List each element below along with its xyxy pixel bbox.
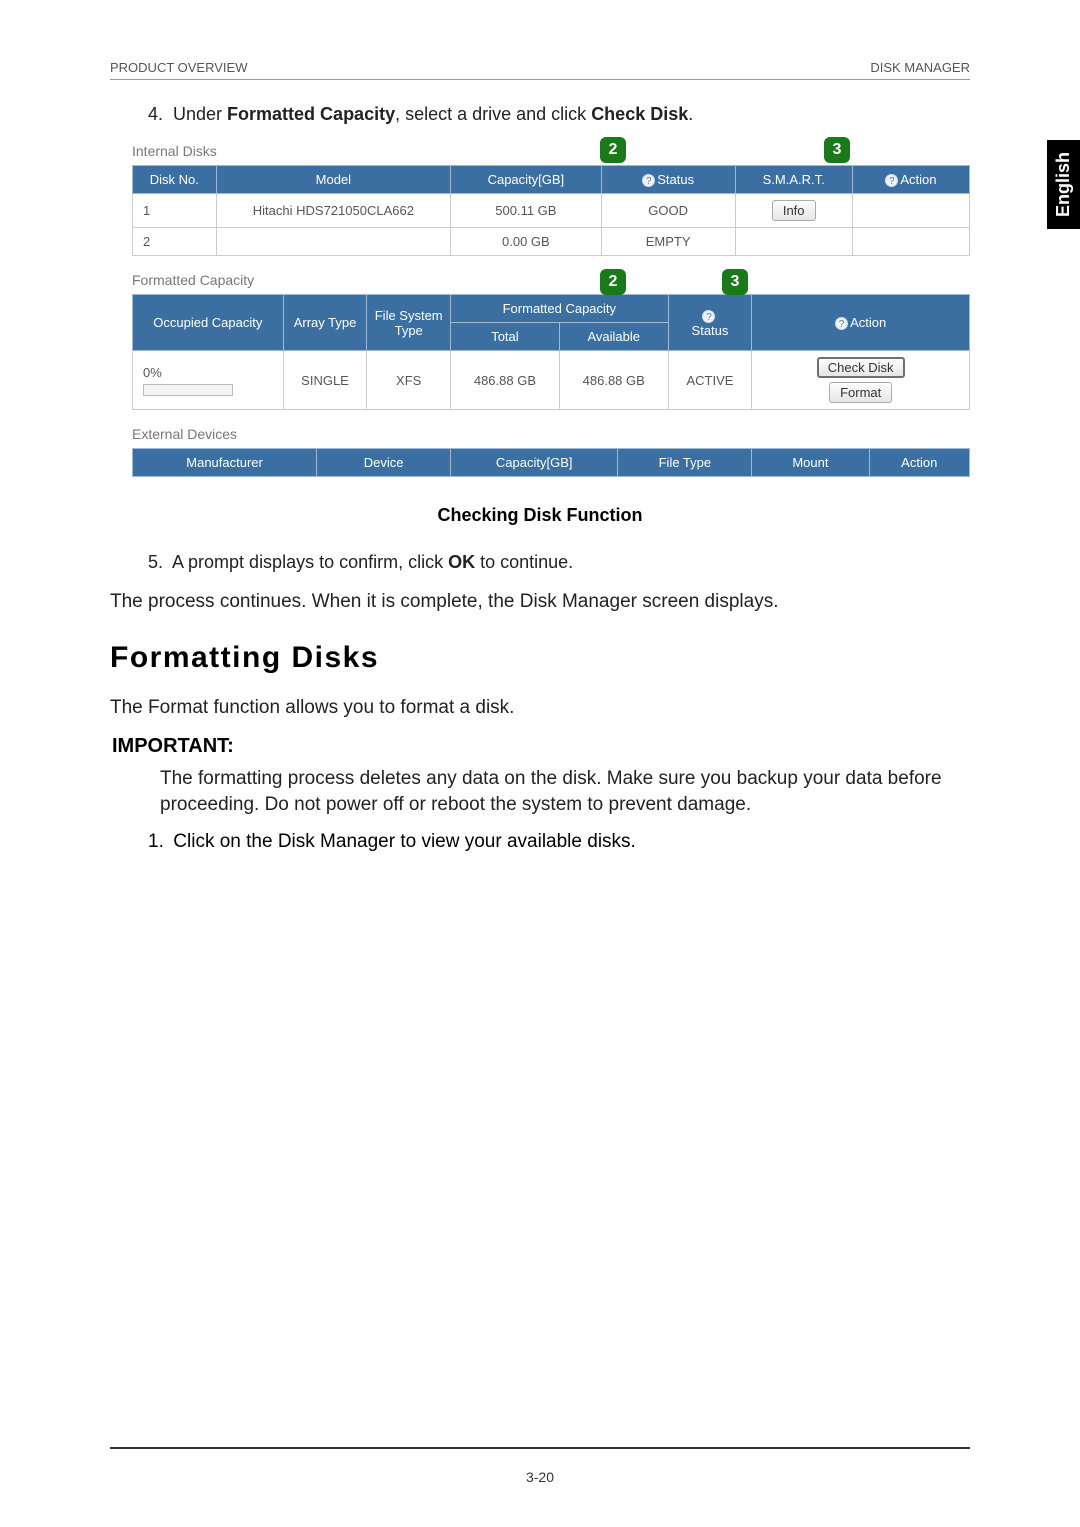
th-model: Model <box>216 166 450 194</box>
th-smart: S.M.A.R.T. <box>735 166 852 194</box>
cell-diskno: 2 <box>133 228 217 256</box>
cell-action <box>852 194 969 228</box>
th-status: ?Status <box>601 166 735 194</box>
para-process-continues: The process continues. When it is comple… <box>110 591 970 613</box>
important-body: The formatting process deletes any data … <box>160 766 970 817</box>
th-action2: ?Action <box>752 295 970 351</box>
cell-array: SINGLE <box>283 351 367 410</box>
th-fc: Formatted Capacity <box>451 295 669 323</box>
step-4-text-mid: , select a drive and click <box>395 104 591 124</box>
formatted-capacity-title: Formatted Capacity <box>132 272 970 288</box>
cell-smart <box>735 228 852 256</box>
th-filetype: File Type <box>618 449 752 477</box>
step-fmt-1-num: 1. <box>148 831 168 853</box>
th-array: Array Type <box>283 295 367 351</box>
step-fmt-1-text: Click on the Disk Manager to view your a… <box>173 831 636 852</box>
para-format-function: The Format function allows you to format… <box>110 697 970 719</box>
cell-occupied: 0% <box>133 351 284 410</box>
callout-2-internal: 2 <box>600 137 626 163</box>
cell-total: 486.88 GB <box>451 351 560 410</box>
help-icon[interactable]: ? <box>885 174 898 187</box>
table-row: 0% SINGLE XFS 486.88 GB 486.88 GB ACTIVE… <box>133 351 970 410</box>
language-tab: English <box>1047 140 1080 229</box>
internal-disks-table: Disk No. Model Capacity[GB] ?Status S.M.… <box>132 165 970 256</box>
step-fmt-1: 1. Click on the Disk Manager to view you… <box>148 831 970 853</box>
cell-capacity: 0.00 GB <box>451 228 602 256</box>
page-number: 3-20 <box>526 1469 554 1485</box>
th-mount: Mount <box>752 449 869 477</box>
step-4-text-end: . <box>688 104 693 124</box>
cell-status: EMPTY <box>601 228 735 256</box>
table-row: 2 0.00 GB EMPTY <box>133 228 970 256</box>
help-icon[interactable]: ? <box>642 174 655 187</box>
help-icon[interactable]: ? <box>702 310 715 323</box>
table-row: 1 Hitachi HDS721050CLA662 500.11 GB GOOD… <box>133 194 970 228</box>
th-ext-capacity: Capacity[GB] <box>451 449 618 477</box>
callout-3-formatted: 3 <box>722 269 748 295</box>
info-button[interactable]: Info <box>772 200 816 221</box>
th-capacity: Capacity[GB] <box>451 166 602 194</box>
cell-available: 486.88 GB <box>559 351 668 410</box>
th-action: ?Action <box>852 166 969 194</box>
external-devices-table: Manufacturer Device Capacity[GB] File Ty… <box>132 448 970 477</box>
header-left: PRODUCT OVERVIEW <box>110 60 247 75</box>
occupied-value: 0% <box>143 365 162 380</box>
th-manufacturer: Manufacturer <box>133 449 317 477</box>
step-4-num: 4. <box>148 104 168 125</box>
step-5-pre: A prompt displays to confirm, click <box>172 552 448 572</box>
callout-2-formatted: 2 <box>600 269 626 295</box>
th-available: Available <box>559 323 668 351</box>
cell-smart: Info <box>735 194 852 228</box>
format-button[interactable]: Format <box>829 382 892 403</box>
figure-caption: Checking Disk Function <box>110 505 970 526</box>
cell-status2: ACTIVE <box>668 351 752 410</box>
cell-action <box>852 228 969 256</box>
check-disk-button[interactable]: Check Disk <box>817 357 905 378</box>
progress-bar <box>143 384 233 396</box>
th-status2: ?Status <box>668 295 752 351</box>
help-icon[interactable]: ? <box>835 317 848 330</box>
step-4-bold1: Formatted Capacity <box>227 104 395 124</box>
cell-capacity: 500.11 GB <box>451 194 602 228</box>
important-label: IMPORTANT: <box>112 735 970 758</box>
th-ext-action: Action <box>869 449 970 477</box>
th-diskno: Disk No. <box>133 166 217 194</box>
step-4-text-pre: Under <box>173 104 227 124</box>
heading-formatting-disks: Formatting Disks <box>110 641 970 675</box>
header-right: DISK MANAGER <box>870 60 970 75</box>
th-occupied: Occupied Capacity <box>133 295 284 351</box>
step-5-end: to continue. <box>475 552 573 572</box>
cell-model <box>216 228 450 256</box>
cell-fs: XFS <box>367 351 451 410</box>
th-fs: File System Type <box>367 295 451 351</box>
step-5-bold: OK <box>448 552 475 572</box>
step-4: 4. Under Formatted Capacity, select a dr… <box>148 104 970 125</box>
step-4-bold2: Check Disk <box>591 104 688 124</box>
step-5: 5. A prompt displays to confirm, click O… <box>148 552 970 573</box>
cell-status: GOOD <box>601 194 735 228</box>
formatted-capacity-table: Occupied Capacity Array Type File System… <box>132 294 970 410</box>
th-total: Total <box>451 323 560 351</box>
cell-action2: Check Disk Format <box>752 351 970 410</box>
footer-rule <box>110 1447 970 1449</box>
callout-3-internal: 3 <box>824 137 850 163</box>
external-devices-title: External Devices <box>132 426 970 442</box>
th-device: Device <box>317 449 451 477</box>
cell-model: Hitachi HDS721050CLA662 <box>216 194 450 228</box>
step-5-num: 5. <box>148 552 168 573</box>
cell-diskno: 1 <box>133 194 217 228</box>
